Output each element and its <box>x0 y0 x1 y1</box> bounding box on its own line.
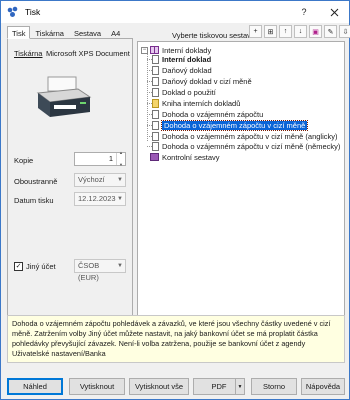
document-icon <box>152 87 159 97</box>
tab-print[interactable]: Tisk <box>7 26 31 39</box>
book-icon <box>150 153 159 161</box>
document-icon <box>152 76 159 86</box>
title-bar: Tisk ? <box>1 1 349 23</box>
help-title-button[interactable]: ? <box>289 1 319 23</box>
chevron-down-icon: ▼ <box>117 196 123 202</box>
window-title: Tisk <box>25 7 41 17</box>
chevron-down-icon[interactable]: ▼ <box>235 379 244 394</box>
other-account-label: Jiný účet <box>26 262 56 271</box>
tree-item[interactable]: Dohoda o vzájemném zápočtu v cizí měně (… <box>152 141 340 151</box>
document-icon <box>152 120 159 130</box>
report-tree[interactable]: − Interní doklady Interní doklad Daňový … <box>137 41 345 331</box>
chevron-down-icon: ▼ <box>117 177 123 183</box>
print-tab-panel: Tiskárna Microsoft XPS Document Kopie 1 … <box>7 38 133 332</box>
print-dialog: Tisk ? Tisk Tiskárna Sestava A4 Tiskárna… <box>0 0 350 400</box>
help-button[interactable]: Nápověda <box>301 378 345 395</box>
report-properties-icon[interactable]: ▣ <box>309 25 322 38</box>
printer-label: Tiskárna <box>14 49 43 58</box>
move-down-icon[interactable]: ↓ <box>294 25 307 38</box>
tree-item-selected[interactable]: Dohoda o vzájemném zápočtu v cizí měně <box>152 119 309 131</box>
tree-item[interactable]: Daňový doklad <box>152 65 212 75</box>
design-report-icon[interactable]: ✎ <box>324 25 337 38</box>
app-icon <box>7 6 18 17</box>
copies-stepper[interactable]: 1 ▲ ▼ <box>74 150 126 167</box>
duplex-label: Oboustranně <box>14 177 58 186</box>
print-button[interactable]: Vytisknout <box>69 378 125 395</box>
chevron-down-icon: ▼ <box>117 263 123 269</box>
tree-item[interactable]: Dohoda o vzájemném zápočtu <box>152 109 263 119</box>
tree-item[interactable]: Daňový doklad v cizí měně <box>152 76 252 86</box>
print-all-button[interactable]: Vytisknout vše <box>129 378 189 395</box>
document-icon <box>152 109 159 119</box>
document-icon <box>152 54 159 64</box>
print-date-label: Datum tisku <box>14 196 54 205</box>
tree-item[interactable]: Interní doklad <box>152 54 211 64</box>
tree-item[interactable]: Doklad o použití <box>152 87 216 97</box>
report-select-caption: Vyberte tiskovou sestavu <box>172 31 256 40</box>
tree-item[interactable]: Dohoda o vzájemném zápočtu v cizí měně (… <box>152 131 338 141</box>
printer-name: Microsoft XPS Document <box>46 49 130 58</box>
add-report-icon[interactable]: + <box>249 25 262 38</box>
expand-all-icon[interactable]: ⊞ <box>264 25 277 38</box>
document-icon <box>152 98 159 108</box>
duplex-select[interactable]: Výchozí ▼ <box>74 173 126 187</box>
move-up-icon[interactable]: ↑ <box>279 25 292 38</box>
pdf-button[interactable]: PDF ▼ <box>193 378 245 395</box>
other-account-checkbox[interactable]: ✓ <box>14 262 23 271</box>
tree-item[interactable]: Kniha interních dokladů <box>152 98 240 108</box>
close-button[interactable] <box>319 1 349 23</box>
document-icon <box>152 131 159 141</box>
report-toolbar: + ⊞ ↑ ↓ ▣ ✎ ⇩ <box>249 25 350 38</box>
dialog-content: Tisk Tiskárna Sestava A4 Tiskárna Micros… <box>1 23 350 399</box>
document-icon <box>152 65 159 75</box>
account-select[interactable]: ČSOB (EUR) ▼ <box>74 259 126 282</box>
book-icon <box>150 46 159 54</box>
copies-label: Kopie <box>14 156 34 165</box>
preview-button[interactable]: Náhled <box>7 378 63 395</box>
cancel-button[interactable]: Storno <box>251 378 297 395</box>
print-date-picker[interactable]: 12.12.2023 ▼ <box>74 192 126 206</box>
document-icon <box>152 141 159 151</box>
close-icon <box>330 8 338 16</box>
spin-arrows-icon[interactable]: ▲ ▼ <box>116 150 125 167</box>
report-description: Dohoda o vzájemném zápočtu pohledávek a … <box>7 315 345 363</box>
tree-group-control-reports[interactable]: Kontrolní sestavy <box>141 152 220 162</box>
printer-icon <box>36 76 92 117</box>
collapse-icon[interactable]: − <box>141 46 148 54</box>
export-report-icon[interactable]: ⇩ <box>339 25 350 38</box>
